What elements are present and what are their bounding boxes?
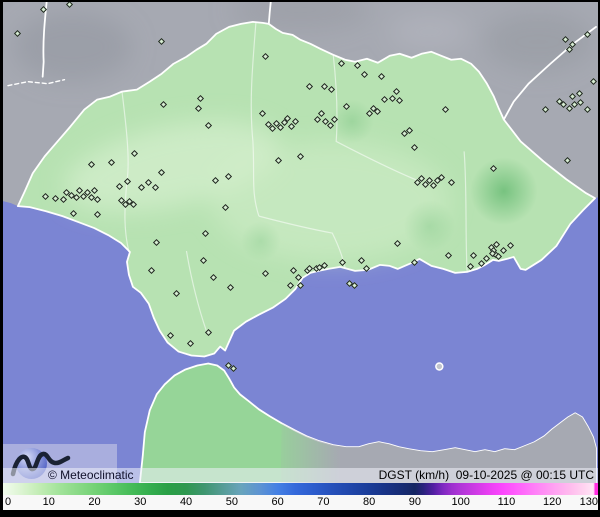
scale-tick-100: 100 xyxy=(451,496,470,508)
map-area xyxy=(3,2,598,483)
legend-title: DGST (km/h) 09-10-2025 @ 00:15 UTC xyxy=(378,468,594,482)
scale-tick-60: 60 xyxy=(271,496,284,508)
copyright-label: © Meteoclimatic xyxy=(48,468,134,482)
scale-tick-0: 0 xyxy=(5,496,12,508)
scale-tick-120: 120 xyxy=(543,496,562,508)
scale-tick-130: 130 xyxy=(579,496,598,508)
andalusia-wind-gust-map xyxy=(3,2,598,483)
scale-tick-70: 70 xyxy=(317,496,330,508)
alboran-island xyxy=(435,362,444,371)
bottom-black-bar xyxy=(0,510,600,517)
scale-tick-110: 110 xyxy=(497,496,516,508)
scale-tick-30: 30 xyxy=(134,496,147,508)
footer-strip: © Meteoclimatic DGST (km/h) 09-10-2025 @… xyxy=(3,468,598,483)
scale-tick-90: 90 xyxy=(408,496,422,508)
scale-tick-10: 10 xyxy=(42,496,55,508)
scale-tick-20: 20 xyxy=(88,496,101,508)
scale-tick-50: 50 xyxy=(225,496,238,508)
scale-tick-80: 80 xyxy=(363,496,376,508)
color-scale-tick-labels: 0 10 20 30 40 50 60 70 80 90 100 110 120 130 xyxy=(3,495,598,510)
scale-tick-40: 40 xyxy=(179,496,193,508)
wind-gust-color-scale xyxy=(3,483,598,495)
weather-map-window: © Meteoclimatic DGST (km/h) 09-10-2025 @… xyxy=(0,0,600,517)
